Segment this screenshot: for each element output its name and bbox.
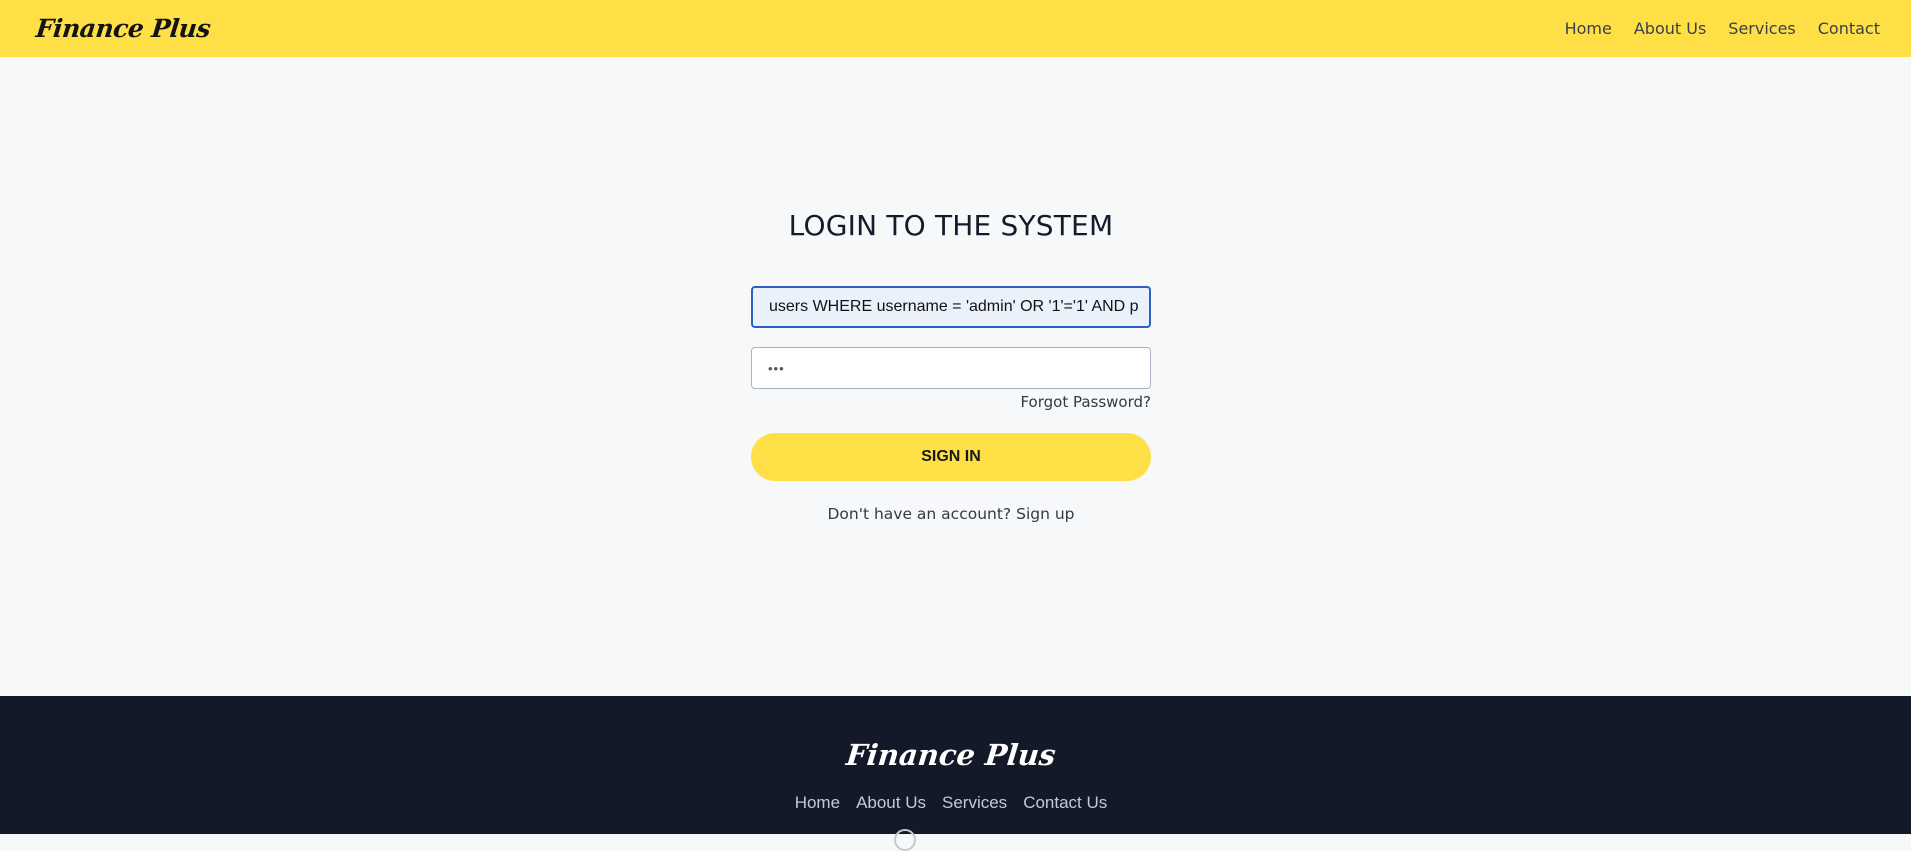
circle-social-icon[interactable] <box>894 829 916 851</box>
username-input-value: users WHERE username = 'admin' OR '1'='1… <box>769 298 1139 315</box>
nav-link-contact[interactable]: Contact <box>1818 19 1880 38</box>
footer-link-about-us[interactable]: About Us <box>856 793 926 813</box>
brand-logo[interactable]: Finance Plus <box>34 14 211 43</box>
forgot-password-link[interactable]: Forgot Password? <box>751 393 1151 411</box>
footer-link-contact-us[interactable]: Contact Us <box>1023 793 1107 813</box>
footer-nav: Home About Us Services Contact Us <box>0 793 1902 813</box>
password-input[interactable]: ••• <box>751 347 1151 389</box>
signup-prompt: Don't have an account? Sign up <box>751 505 1151 523</box>
sign-in-button[interactable]: SIGN IN <box>751 433 1151 481</box>
footer-link-home[interactable]: Home <box>795 793 840 813</box>
password-input-value: ••• <box>768 360 785 376</box>
main-nav: Home About Us Services Contact <box>1565 19 1880 38</box>
signup-prompt-text: Don't have an account? <box>827 505 1012 523</box>
login-title: LOGIN TO THE SYSTEM <box>788 209 1114 242</box>
sign-up-link[interactable]: Sign up <box>1016 505 1074 523</box>
top-navbar: Finance Plus Home About Us Services Cont… <box>0 0 1911 57</box>
footer-brand-logo[interactable]: Finance Plus <box>0 738 1904 772</box>
nav-link-services[interactable]: Services <box>1728 19 1795 38</box>
login-section: LOGIN TO THE SYSTEM users WHERE username… <box>0 57 1911 696</box>
footer-link-services[interactable]: Services <box>942 793 1007 813</box>
nav-link-about-us[interactable]: About Us <box>1634 19 1706 38</box>
footer: Finance Plus Home About Us Services Cont… <box>0 696 1911 851</box>
username-input[interactable]: users WHERE username = 'admin' OR '1'='1… <box>751 286 1151 328</box>
nav-link-home[interactable]: Home <box>1565 19 1612 38</box>
